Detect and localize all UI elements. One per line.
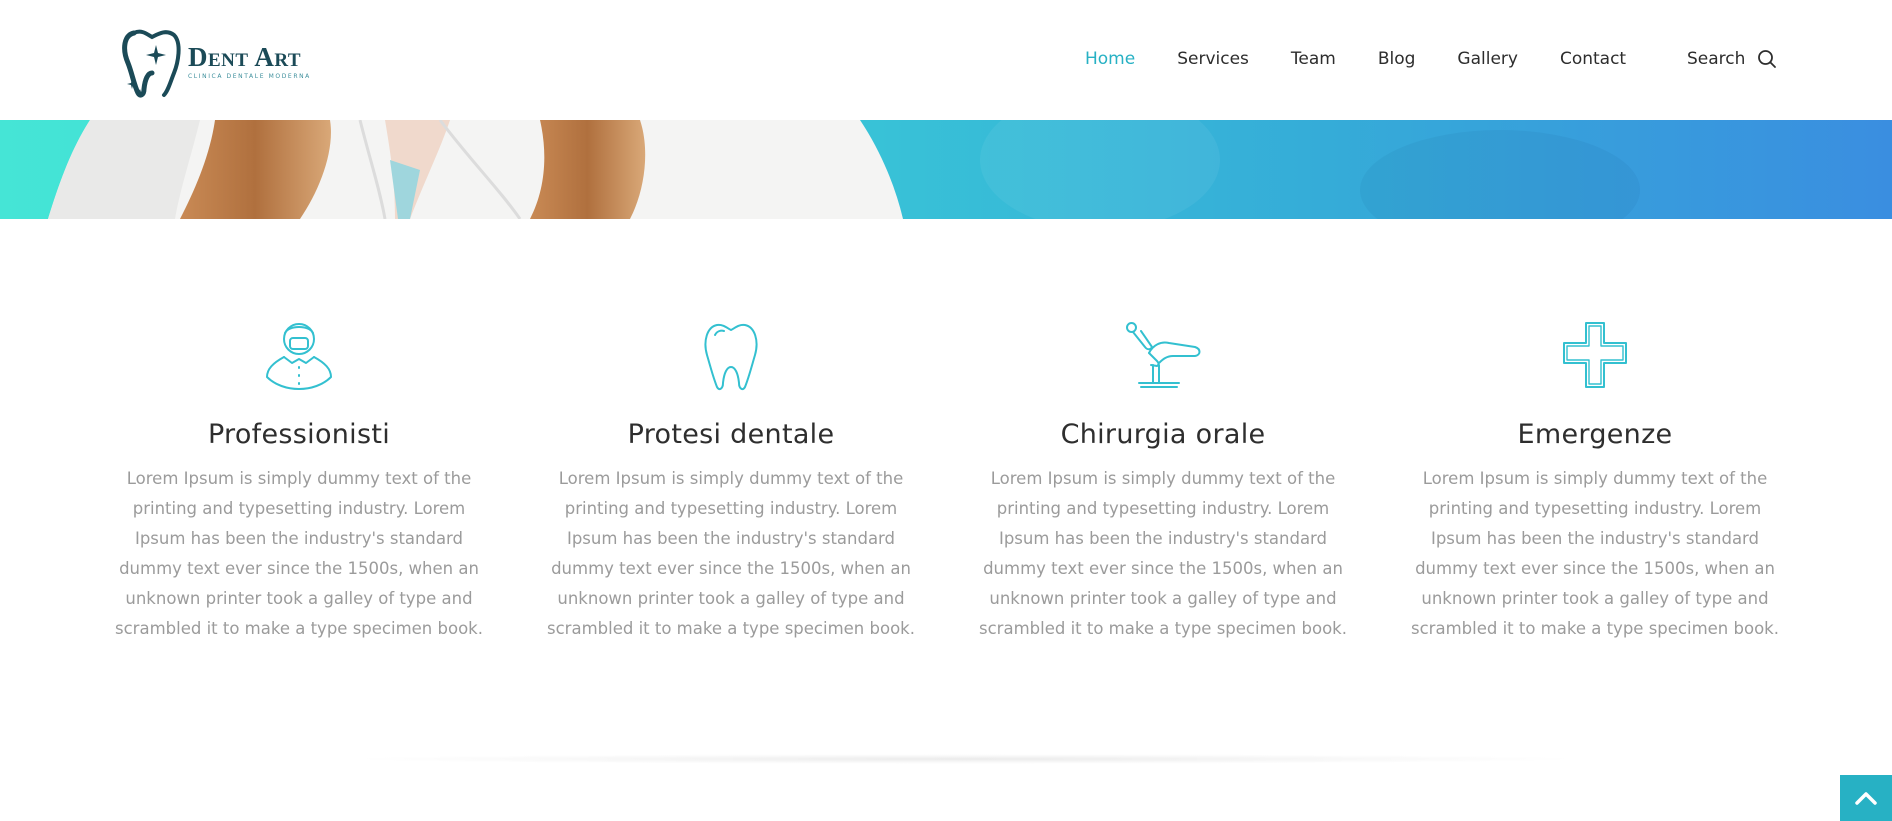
main-nav: Home Services Team Blog Gallery Contact [1085, 49, 1668, 69]
section-divider [340, 754, 1590, 764]
search-label: Search [1687, 49, 1746, 69]
scroll-to-top-button[interactable] [1840, 775, 1892, 821]
service-description: Lorem Ipsum is simply dummy text of the … [547, 469, 915, 638]
search-icon [1758, 50, 1777, 68]
search-button[interactable]: Search [1687, 49, 1777, 69]
medical-cross-icon [1563, 322, 1627, 388]
brand-tagline: Clinica dentale moderna [188, 72, 311, 80]
service-description: Lorem Ipsum is simply dummy text of the … [115, 469, 483, 638]
nav-contact[interactable]: Contact [1560, 49, 1626, 69]
service-description: Lorem Ipsum is simply dummy text of the … [979, 469, 1347, 638]
service-description: Lorem Ipsum is simply dummy text of the … [1411, 469, 1779, 638]
brand-name: Dent Art [188, 41, 302, 72]
services-section: Professionisti Lorem Ipsum is simply dum… [0, 219, 1892, 779]
service-title: Chirurgia orale [1060, 419, 1266, 450]
nav-home[interactable]: Home [1085, 49, 1135, 69]
nav-services[interactable]: Services [1177, 49, 1249, 69]
hero-banner [0, 120, 1892, 219]
dental-chair-icon [1126, 322, 1201, 388]
nav-blog[interactable]: Blog [1378, 49, 1416, 69]
tooth-icon [704, 323, 758, 391]
site-header: Dent Art Clinica dentale moderna Home Se… [0, 0, 1892, 120]
service-card: Professionisti Lorem Ipsum is simply dum… [109, 319, 489, 644]
hero-photo [48, 120, 1640, 219]
tooth-logo-icon [122, 29, 181, 98]
service-card: Emergenze Lorem Ipsum is simply dummy te… [1405, 319, 1785, 644]
service-title: Professionisti [207, 419, 391, 450]
brand-logo[interactable]: Dent Art Clinica dentale moderna [120, 22, 330, 100]
service-title: Protesi dentale [627, 419, 835, 450]
nav-gallery[interactable]: Gallery [1457, 49, 1518, 69]
chevron-up-icon [1855, 792, 1877, 805]
dentist-icon [266, 323, 332, 390]
service-card: Chirurgia orale Lorem Ipsum is simply du… [973, 319, 1353, 644]
service-card: Protesi dentale Lorem Ipsum is simply du… [541, 319, 921, 644]
service-title: Emergenze [1517, 419, 1673, 450]
nav-team[interactable]: Team [1291, 49, 1336, 69]
